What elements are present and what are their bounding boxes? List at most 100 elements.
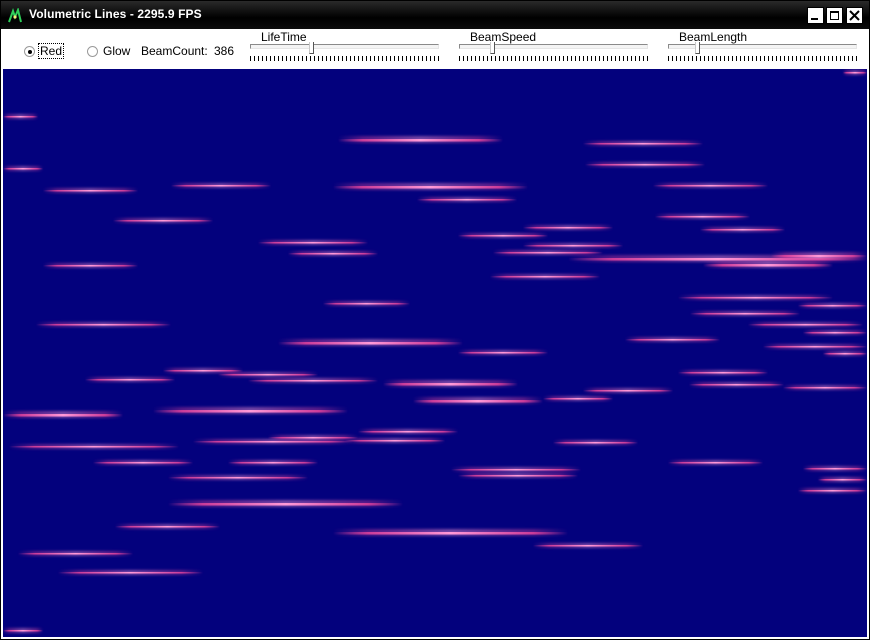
beam-line (803, 468, 867, 470)
minimize-button[interactable] (807, 7, 824, 24)
beam-line (543, 398, 613, 400)
beam-line (338, 139, 503, 142)
beamlength-label: BeamLength (679, 30, 748, 44)
slider-ticks (459, 56, 648, 61)
beamspeed-slider[interactable] (459, 42, 648, 66)
app-icon (7, 6, 23, 24)
beam-line (523, 227, 613, 229)
beam-line (3, 414, 123, 417)
beam-line (115, 526, 220, 528)
beam-line (163, 370, 243, 372)
render-viewport[interactable] (3, 69, 867, 637)
app-window: Volumetric Lines - 2295.9 FPS Red Glow B… (0, 0, 870, 640)
beam-line (417, 199, 517, 201)
beam-line (3, 630, 43, 632)
title-bar[interactable]: Volumetric Lines - 2295.9 FPS (1, 1, 869, 29)
beam-line (585, 164, 705, 166)
beam-line (493, 252, 603, 254)
beam-line (798, 305, 867, 307)
beam-line (823, 353, 867, 355)
beam-line (700, 229, 785, 231)
beam-line (803, 332, 867, 334)
beam-line (218, 374, 318, 376)
slider-ticks (668, 56, 857, 61)
slider-track (459, 44, 648, 49)
beam-line (248, 380, 378, 382)
beam-line (703, 264, 833, 267)
beam-line (168, 477, 308, 479)
control-panel: Red Glow BeamCount: 386 LifeTime BeamSpe… (1, 29, 869, 69)
beam-line (43, 190, 138, 192)
beam-canvas (3, 70, 867, 633)
beam-line (763, 346, 867, 348)
beam-line (653, 185, 768, 187)
beam-line (655, 216, 750, 218)
beam-line (93, 462, 193, 464)
lifetime-slider[interactable] (250, 42, 439, 66)
beamlength-slider[interactable] (668, 42, 857, 66)
slider-thumb[interactable] (309, 42, 314, 54)
beam-line (43, 265, 138, 267)
beam-count-value: 386 (214, 44, 235, 58)
beam-line (288, 253, 378, 255)
beam-line (843, 72, 867, 74)
beam-line (533, 545, 643, 547)
beam-line (333, 532, 568, 535)
beam-line (278, 342, 463, 345)
beam-line (690, 313, 800, 315)
beam-line (228, 462, 318, 464)
beam-line (625, 339, 720, 341)
beam-line (818, 479, 867, 481)
window-title: Volumetric Lines - 2295.9 FPS (29, 7, 202, 21)
beam-line (668, 462, 763, 464)
beam-line (85, 379, 175, 381)
beam-line (458, 235, 548, 237)
beam-line (193, 441, 353, 443)
beam-line (451, 469, 581, 471)
beam-line (58, 572, 203, 574)
beam-line (113, 220, 213, 222)
beam-line (553, 442, 638, 444)
beam-line (583, 390, 673, 392)
beam-line (168, 503, 403, 506)
beam-line (771, 255, 867, 258)
lifetime-label: LifeTime (261, 30, 307, 44)
red-radio-label[interactable]: Red (37, 43, 65, 59)
beam-line (333, 186, 528, 189)
maximize-button[interactable] (826, 7, 843, 24)
beam-line (678, 297, 833, 299)
beam-line (258, 242, 368, 244)
close-icon (849, 10, 860, 21)
slider-ticks (250, 56, 439, 61)
beam-line (268, 437, 358, 439)
beam-line (345, 440, 445, 442)
beam-line (36, 324, 171, 326)
beam-line (748, 324, 863, 326)
beam-line (413, 400, 543, 403)
beam-line (783, 387, 867, 389)
beam-count-label: BeamCount: (141, 44, 208, 58)
beam-line (523, 245, 623, 247)
glow-radio[interactable] (87, 46, 98, 57)
beam-line (323, 303, 410, 305)
beam-line (583, 143, 703, 145)
beam-line (153, 410, 348, 413)
beamspeed-label: BeamSpeed (470, 30, 537, 44)
beam-line (490, 276, 600, 278)
slider-thumb[interactable] (695, 42, 700, 54)
beam-line (9, 446, 179, 448)
red-radio[interactable] (24, 46, 35, 57)
beam-line (689, 384, 784, 386)
close-button[interactable] (846, 7, 863, 24)
beam-line (171, 185, 271, 187)
beam-line (458, 475, 578, 477)
slider-thumb[interactable] (490, 42, 495, 54)
beam-line (458, 352, 548, 354)
slider-track (250, 44, 439, 49)
beam-line (3, 168, 43, 170)
beam-line (358, 431, 458, 433)
glow-radio-label[interactable]: Glow (103, 44, 130, 58)
beam-line (18, 553, 133, 555)
beam-line (3, 116, 38, 118)
beam-line (678, 372, 768, 374)
